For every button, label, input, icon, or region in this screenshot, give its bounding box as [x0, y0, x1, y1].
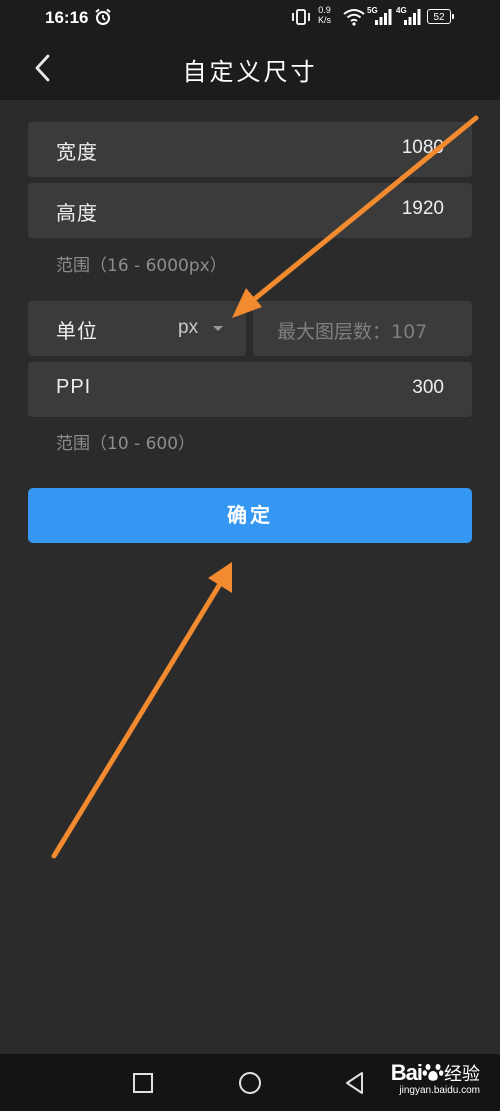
- unit-label: 单位: [56, 319, 98, 343]
- ppi-field[interactable]: PPI 300: [28, 362, 472, 417]
- watermark-url: jingyan.baidu.com: [399, 1085, 480, 1096]
- max-layers-text: 最大图层数：107: [277, 321, 428, 343]
- net-speed-unit: K/s: [318, 15, 332, 25]
- signal-4g-icon: [404, 9, 421, 25]
- nav-bar: Bai 经验 jingyan.baidu.com: [0, 1054, 500, 1111]
- confirm-button[interactable]: 确定: [28, 488, 472, 543]
- ppi-label: PPI: [56, 376, 92, 398]
- watermark-logo-right: 经验: [444, 1064, 480, 1085]
- status-bar: 16:16 0.9 K/s 5G 4G 52: [0, 0, 500, 36]
- baidu-watermark: Bai 经验 jingyan.baidu.com: [391, 1060, 480, 1096]
- annotation-arrow-to-confirm: [51, 562, 232, 859]
- home-icon[interactable]: [237, 1070, 263, 1096]
- paw-icon: [422, 1064, 444, 1081]
- net-speed-value: 0.9: [318, 5, 331, 15]
- max-layers-box: 最大图层数：107: [253, 301, 472, 356]
- height-label: 高度: [56, 201, 98, 225]
- title-bar: 自定义尺寸: [0, 36, 500, 100]
- width-field[interactable]: 宽度 1080: [28, 122, 472, 177]
- unit-select[interactable]: 单位 px: [28, 301, 246, 356]
- recent-apps-icon[interactable]: [130, 1070, 156, 1096]
- ppi-range-hint: 范围（10 - 600）: [56, 434, 196, 454]
- screen: 16:16 0.9 K/s 5G 4G 52 自定义尺寸 宽度 1080 高度 …: [0, 0, 500, 1111]
- page-title: 自定义尺寸: [182, 58, 318, 86]
- height-field[interactable]: 高度 1920: [28, 183, 472, 238]
- width-value: 1080: [401, 137, 444, 158]
- battery-icon: 52: [427, 9, 454, 24]
- signal-5g-icon: [375, 9, 392, 25]
- height-value: 1920: [401, 198, 444, 219]
- wifi-icon: [343, 9, 365, 26]
- watermark-logo-left: Bai: [390, 1060, 423, 1085]
- ppi-value: 300: [412, 377, 444, 398]
- width-label: 宽度: [56, 140, 98, 164]
- alarm-icon: [95, 8, 111, 25]
- unit-value: px: [178, 317, 199, 338]
- size-range-hint: 范围（16 - 6000px）: [56, 256, 227, 276]
- caret-down-icon: [213, 326, 223, 331]
- net-speed: 0.9 K/s: [318, 5, 331, 25]
- vibrate-icon: [292, 9, 310, 25]
- status-time: 16:16: [45, 8, 89, 27]
- back-triangle-icon[interactable]: [342, 1070, 368, 1096]
